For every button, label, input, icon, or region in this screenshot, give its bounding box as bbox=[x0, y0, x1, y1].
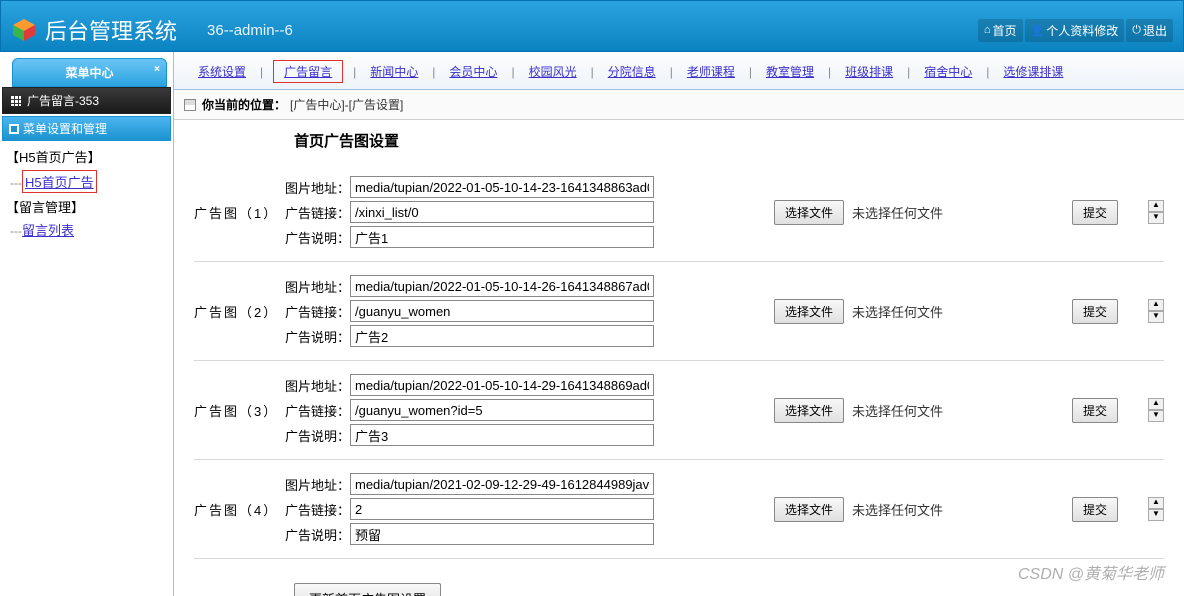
sidebar-tab[interactable]: 菜单中心 bbox=[12, 58, 167, 87]
square-icon bbox=[9, 124, 19, 134]
submit-button[interactable]: 提交 bbox=[1072, 398, 1118, 423]
nav-link[interactable]: 系统设置 bbox=[184, 63, 260, 80]
stepper-down-icon[interactable]: ▼ bbox=[1148, 212, 1164, 224]
stepper-up-icon[interactable]: ▲ bbox=[1148, 299, 1164, 311]
nav-link[interactable]: 班级排课 bbox=[831, 63, 907, 80]
field-label: 广告说明： bbox=[284, 228, 350, 247]
main-content: 首页广告图设置 广告图（1）图片地址：广告链接：广告说明：选择文件未选择任何文件… bbox=[174, 120, 1184, 596]
choose-file-button[interactable]: 选择文件 bbox=[774, 398, 844, 423]
field-label: 图片地址： bbox=[284, 178, 350, 197]
stepper-down-icon[interactable]: ▼ bbox=[1148, 410, 1164, 422]
header-user-info: 36--admin--6 bbox=[207, 22, 293, 39]
link-input[interactable] bbox=[350, 498, 654, 520]
field-label: 广告链接： bbox=[284, 302, 350, 321]
file-status: 未选择任何文件 bbox=[852, 401, 943, 420]
link-input[interactable] bbox=[350, 300, 654, 322]
home-link[interactable]: ⌂首页 bbox=[978, 19, 1023, 42]
tree-group: 【H5首页广告】 bbox=[6, 145, 167, 168]
img-input[interactable] bbox=[350, 374, 654, 396]
profile-link[interactable]: 👤个人资料修改 bbox=[1025, 19, 1125, 42]
field-label: 图片地址： bbox=[284, 475, 350, 494]
ad-title: 广告图（2） bbox=[194, 302, 284, 321]
tree-link[interactable]: 留言列表 bbox=[22, 223, 74, 238]
page-heading: 首页广告图设置 bbox=[294, 130, 1164, 151]
stepper-up-icon[interactable]: ▲ bbox=[1148, 398, 1164, 410]
file-status: 未选择任何文件 bbox=[852, 203, 943, 222]
img-input[interactable] bbox=[350, 176, 654, 198]
home-icon: ⌂ bbox=[984, 24, 991, 36]
link-input[interactable] bbox=[350, 201, 654, 223]
nav-link[interactable]: 会员中心 bbox=[435, 63, 511, 80]
field-label: 广告说明： bbox=[284, 426, 350, 445]
stepper-down-icon[interactable]: ▼ bbox=[1148, 509, 1164, 521]
ad-row: 广告图（1）图片地址： 广告链接： 广告说明： 选择文件未选择任何文件 提交 ▲▼ bbox=[194, 163, 1164, 262]
field-label: 广告链接： bbox=[284, 203, 350, 222]
choose-file-button[interactable]: 选择文件 bbox=[774, 299, 844, 324]
system-title: 后台管理系统 bbox=[45, 14, 177, 46]
submit-button[interactable]: 提交 bbox=[1072, 497, 1118, 522]
submit-button[interactable]: 提交 bbox=[1072, 200, 1118, 225]
stepper-up-icon[interactable]: ▲ bbox=[1148, 200, 1164, 212]
img-input[interactable] bbox=[350, 473, 654, 495]
logout-link[interactable]: ⏻退出 bbox=[1126, 19, 1173, 42]
ad-row: 广告图（3）图片地址： 广告链接： 广告说明： 选择文件未选择任何文件 提交 ▲▼ bbox=[194, 361, 1164, 460]
img-input[interactable] bbox=[350, 275, 654, 297]
breadcrumb-icon bbox=[184, 99, 196, 111]
nav-link[interactable]: 宿舍中心 bbox=[910, 63, 986, 80]
tree-group: 【留言管理】 bbox=[6, 195, 167, 218]
nav-link[interactable]: 选修课排课 bbox=[989, 63, 1077, 80]
field-label: 广告链接： bbox=[284, 401, 350, 420]
grid-icon bbox=[11, 96, 21, 106]
header: 后台管理系统 36--admin--6 ⌂首页 👤个人资料修改 ⏻退出 bbox=[0, 0, 1184, 52]
nav-link[interactable]: 教室管理 bbox=[752, 63, 828, 80]
ad-title: 广告图（4） bbox=[194, 500, 284, 519]
sidebar: 菜单中心 广告留言-353 菜单设置和管理 【H5首页广告】---H5首页广告【… bbox=[0, 52, 174, 596]
stepper-up-icon[interactable]: ▲ bbox=[1148, 497, 1164, 509]
nav-link[interactable]: 广告留言 bbox=[280, 65, 336, 79]
desc-input[interactable] bbox=[350, 226, 654, 248]
field-label: 图片地址： bbox=[284, 376, 350, 395]
nav-link[interactable]: 新闻中心 bbox=[356, 63, 432, 80]
file-status: 未选择任何文件 bbox=[852, 500, 943, 519]
update-all-button[interactable]: 更新首页广告图设置 bbox=[294, 583, 441, 596]
file-status: 未选择任何文件 bbox=[852, 302, 943, 321]
power-icon: ⏻ bbox=[1132, 24, 1141, 37]
person-icon: 👤 bbox=[1031, 24, 1045, 37]
desc-input[interactable] bbox=[350, 424, 654, 446]
submit-button[interactable]: 提交 bbox=[1072, 299, 1118, 324]
nav-link[interactable]: 校园风光 bbox=[515, 63, 591, 80]
sidebar-section-title: 广告留言-353 bbox=[2, 87, 171, 114]
sidebar-section-header[interactable]: 菜单设置和管理 bbox=[2, 116, 171, 141]
nav-separator: | bbox=[260, 65, 263, 79]
nav-link[interactable]: 老师课程 bbox=[673, 63, 749, 80]
choose-file-button[interactable]: 选择文件 bbox=[774, 200, 844, 225]
field-label: 广告说明： bbox=[284, 327, 350, 346]
field-label: 广告说明： bbox=[284, 525, 350, 544]
top-nav: 系统设置|广告留言|新闻中心|会员中心|校园风光|分院信息|老师课程|教室管理|… bbox=[174, 52, 1184, 90]
stepper-down-icon[interactable]: ▼ bbox=[1148, 311, 1164, 323]
ad-title: 广告图（3） bbox=[194, 401, 284, 420]
ad-row: 广告图（2）图片地址： 广告链接： 广告说明： 选择文件未选择任何文件 提交 ▲▼ bbox=[194, 262, 1164, 361]
tree-link[interactable]: H5首页广告 bbox=[25, 175, 94, 190]
nav-link[interactable]: 分院信息 bbox=[594, 63, 670, 80]
ad-row: 广告图（4）图片地址： 广告链接： 广告说明： 选择文件未选择任何文件 提交 ▲▼ bbox=[194, 460, 1164, 559]
field-label: 广告链接： bbox=[284, 500, 350, 519]
tree-item: ---留言列表 bbox=[6, 218, 167, 241]
desc-input[interactable] bbox=[350, 523, 654, 545]
tree-item: ---H5首页广告 bbox=[6, 168, 167, 195]
ad-title: 广告图（1） bbox=[194, 203, 284, 222]
logo-icon bbox=[11, 17, 37, 43]
field-label: 图片地址： bbox=[284, 277, 350, 296]
breadcrumb: 你当前的位置： [广告中心]-[广告设置] bbox=[174, 90, 1184, 120]
choose-file-button[interactable]: 选择文件 bbox=[774, 497, 844, 522]
desc-input[interactable] bbox=[350, 325, 654, 347]
link-input[interactable] bbox=[350, 399, 654, 421]
